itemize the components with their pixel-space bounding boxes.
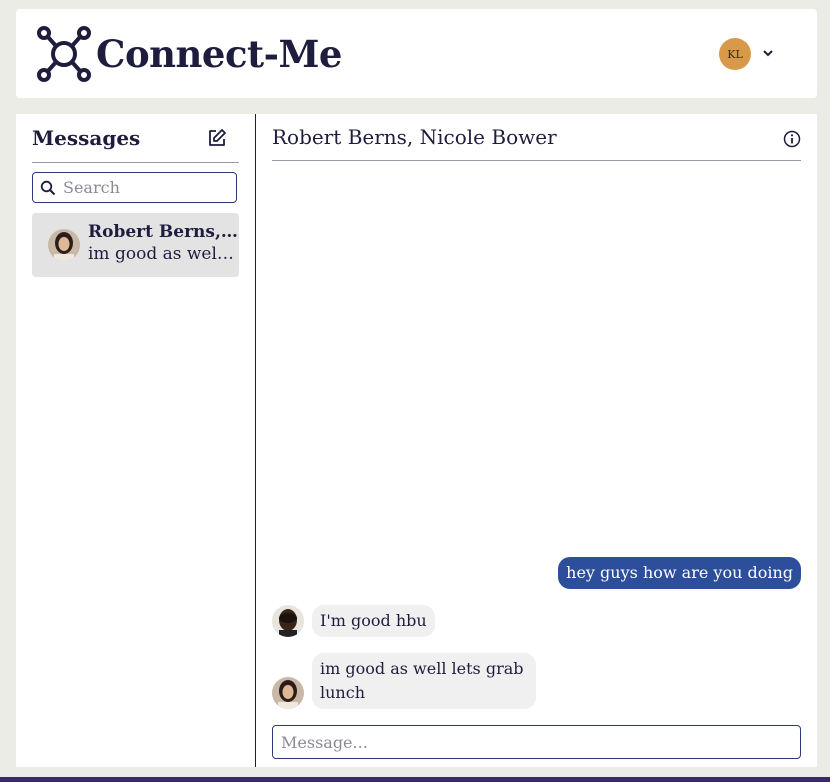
app-header: Connect-Me KL [16,9,817,98]
info-icon[interactable] [783,130,801,148]
search-input[interactable] [63,176,231,199]
bottom-border [0,777,830,782]
network-nodes-icon[interactable] [35,25,93,83]
sidebar-divider [32,162,239,163]
search-icon [40,180,56,196]
avatar [272,605,304,637]
search-field[interactable] [32,172,237,203]
message-input[interactable] [281,731,786,753]
conversation-item[interactable]: Robert Berns, Nicole Bower im good as we… [32,213,239,277]
user-avatar[interactable]: KL [719,38,751,70]
compose-icon[interactable] [207,128,227,148]
message-bubble-outgoing: hey guys how are you doing [558,557,801,589]
avatar [272,677,304,709]
brand-name[interactable]: Connect-Me [96,27,342,81]
chat-title: Robert Berns, Nicole Bower [272,125,557,149]
chevron-down-icon[interactable] [762,47,774,59]
message-composer[interactable] [272,725,801,759]
messages-sidebar: Messages Robert B [16,114,256,767]
conversation-name: Robert Berns, Nicole Bower [88,222,239,242]
avatar [48,229,80,261]
message-bubble-incoming: I'm good hbu [312,605,435,637]
conversation-preview: im good as well lets grab lunch [88,244,239,264]
sidebar-title: Messages [32,126,141,150]
message-bubble-incoming: im good as well lets grab lunch [312,653,536,709]
main-panel: Messages Robert B [16,114,817,767]
chat-divider [272,160,801,161]
